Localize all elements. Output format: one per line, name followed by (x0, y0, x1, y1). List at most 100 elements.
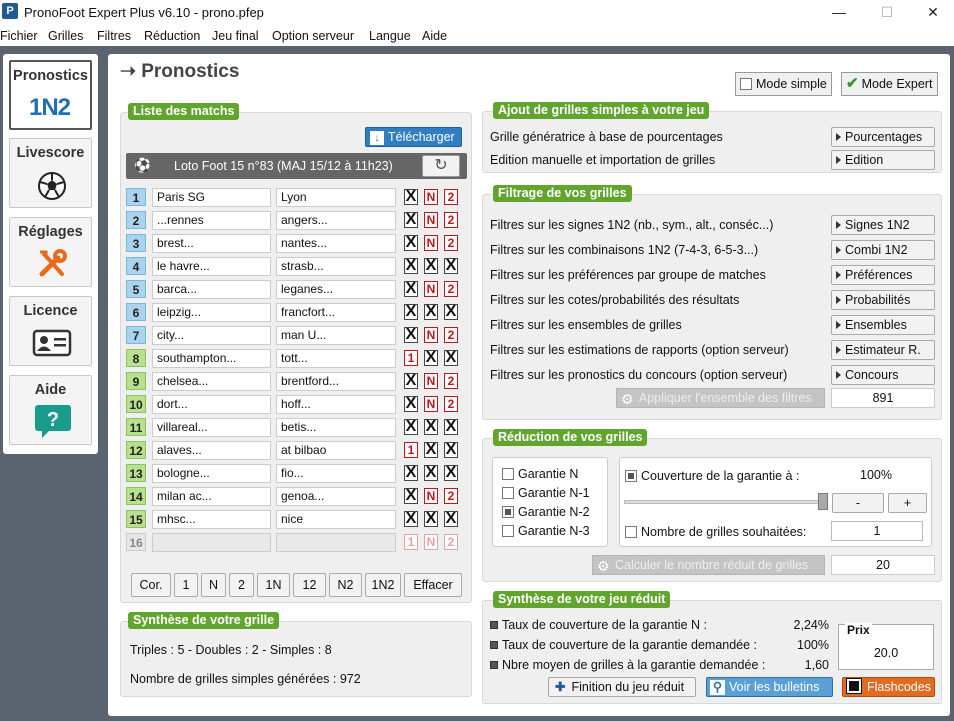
away-team[interactable]: fio... (276, 464, 396, 483)
quick-button-1n2[interactable]: 1N2 (365, 573, 401, 597)
filter-button-2[interactable]: Préférences (831, 265, 935, 285)
away-team[interactable]: Lyon (276, 188, 396, 207)
nb-grilles-checkbox[interactable] (625, 526, 637, 538)
home-team[interactable]: Paris SG (152, 188, 271, 207)
sign-cross[interactable]: X (424, 419, 438, 435)
pourcentages-button[interactable]: Pourcentages (831, 127, 935, 147)
sign-cross[interactable]: X (404, 511, 418, 527)
away-team[interactable]: brentford... (276, 372, 396, 391)
sign-n[interactable]: N (424, 235, 438, 251)
sign-cross[interactable]: X (444, 419, 458, 435)
plus-button[interactable]: + (888, 493, 927, 513)
sign-cross[interactable]: X (404, 212, 418, 228)
sign-2[interactable]: 2 (444, 373, 458, 389)
couverture-option[interactable]: Couverture de la garantie à : (625, 469, 799, 483)
quick-button-n2[interactable]: N2 (329, 573, 362, 597)
home-team[interactable]: southampton... (152, 349, 271, 368)
sign-cross[interactable]: X (424, 442, 438, 458)
sidebar-item-licence[interactable]: Licence (9, 296, 92, 366)
sign-cross[interactable]: X (444, 511, 458, 527)
away-team[interactable]: genoa... (276, 487, 396, 506)
sign-cross[interactable]: X (424, 465, 438, 481)
away-team[interactable]: hoff... (276, 395, 396, 414)
sidebar-item-reglages[interactable]: Réglages (9, 217, 92, 287)
garantie-option[interactable]: Garantie N (502, 467, 578, 481)
minus-button[interactable]: - (832, 493, 884, 513)
sign-cross[interactable]: X (404, 189, 418, 205)
sign-cross[interactable]: X (404, 281, 418, 297)
close-button[interactable]: ✕ (910, 2, 954, 24)
sign-2[interactable]: 2 (444, 396, 458, 412)
home-team[interactable]: villareal... (152, 418, 271, 437)
menu-fichier[interactable]: Fichier (0, 29, 38, 43)
menu-grilles[interactable]: Grilles (48, 29, 83, 43)
sign-1[interactable]: 1 (404, 534, 418, 550)
sign-cross[interactable]: X (404, 419, 418, 435)
filter-button-3[interactable]: Probabilités (831, 290, 935, 310)
mode-simple-toggle[interactable]: Mode simple (735, 72, 832, 96)
sign-cross[interactable]: X (444, 350, 458, 366)
sign-cross[interactable]: X (404, 327, 418, 343)
away-team[interactable]: nice (276, 510, 396, 529)
sign-cross[interactable]: X (444, 465, 458, 481)
sign-cross[interactable]: X (424, 350, 438, 366)
away-team[interactable]: leganes... (276, 280, 396, 299)
sign-2[interactable]: 2 (444, 488, 458, 504)
garantie-option[interactable]: Garantie N-1 (502, 486, 590, 500)
sign-cross[interactable]: X (404, 235, 418, 251)
away-team[interactable] (276, 533, 396, 552)
sign-cross[interactable]: X (404, 373, 418, 389)
quick-button-1n[interactable]: 1N (257, 573, 290, 597)
away-team[interactable]: betis... (276, 418, 396, 437)
mode-expert-toggle[interactable]: ✔ Mode Expert (841, 72, 938, 96)
couverture-slider-thumb[interactable] (818, 493, 828, 510)
filter-button-5[interactable]: Estimateur R. (831, 340, 935, 360)
quick-button-1[interactable]: 1 (174, 573, 198, 597)
menu-reduction[interactable]: Réduction (144, 29, 200, 43)
sign-2[interactable]: 2 (444, 189, 458, 205)
sign-n[interactable]: N (424, 488, 438, 504)
download-button[interactable]: ↓ Télécharger (365, 127, 462, 147)
sign-n[interactable]: N (424, 534, 438, 550)
sign-n[interactable]: N (424, 189, 438, 205)
quick-button-n[interactable]: N (201, 573, 226, 597)
sign-cross[interactable]: X (404, 304, 418, 320)
sign-n[interactable]: N (424, 281, 438, 297)
sidebar-item-aide[interactable]: Aide ? (9, 375, 92, 445)
garantie-option[interactable]: Garantie N-2 (502, 505, 590, 519)
sign-cross[interactable]: X (404, 465, 418, 481)
away-team[interactable]: strasb... (276, 257, 396, 276)
quick-button-effacer[interactable]: Effacer (404, 573, 462, 597)
sign-1[interactable]: 1 (404, 350, 418, 366)
garantie-radio[interactable] (502, 468, 514, 480)
sign-cross[interactable]: X (444, 304, 458, 320)
away-team[interactable]: man U... (276, 326, 396, 345)
filter-button-0[interactable]: Signes 1N2 (831, 215, 935, 235)
menu-jeu-final[interactable]: Jeu final (212, 29, 259, 43)
minimize-button[interactable]: — (816, 2, 862, 24)
sidebar-item-pronostics[interactable]: Pronostics 1N2 (9, 60, 92, 130)
sign-2[interactable]: 2 (444, 534, 458, 550)
away-team[interactable]: nantes... (276, 234, 396, 253)
sign-cross[interactable]: X (424, 304, 438, 320)
couverture-checkbox[interactable] (625, 470, 637, 482)
mode-simple-checkbox[interactable] (740, 78, 752, 90)
sign-n[interactable]: N (424, 373, 438, 389)
sign-cross[interactable]: X (404, 258, 418, 274)
menu-filtres[interactable]: Filtres (97, 29, 131, 43)
filter-button-1[interactable]: Combi 1N2 (831, 240, 935, 260)
flashcodes-button[interactable]: Flashcodes (842, 677, 935, 697)
menu-aide[interactable]: Aide (422, 29, 447, 43)
refresh-button[interactable]: ↻ (422, 155, 460, 177)
couverture-slider-track[interactable] (624, 493, 828, 510)
home-team[interactable]: chelsea... (152, 372, 271, 391)
home-team[interactable]: barca... (152, 280, 271, 299)
sign-cross[interactable]: X (404, 488, 418, 504)
sign-2[interactable]: 2 (444, 235, 458, 251)
sign-n[interactable]: N (424, 212, 438, 228)
nb-grilles-option[interactable]: Nombre de grilles souhaitées: (625, 525, 806, 539)
menu-option-serveur[interactable]: Option serveur (272, 29, 354, 43)
quick-button-cor[interactable]: Cor. (131, 573, 171, 597)
garantie-radio[interactable] (502, 525, 514, 537)
sign-2[interactable]: 2 (444, 281, 458, 297)
